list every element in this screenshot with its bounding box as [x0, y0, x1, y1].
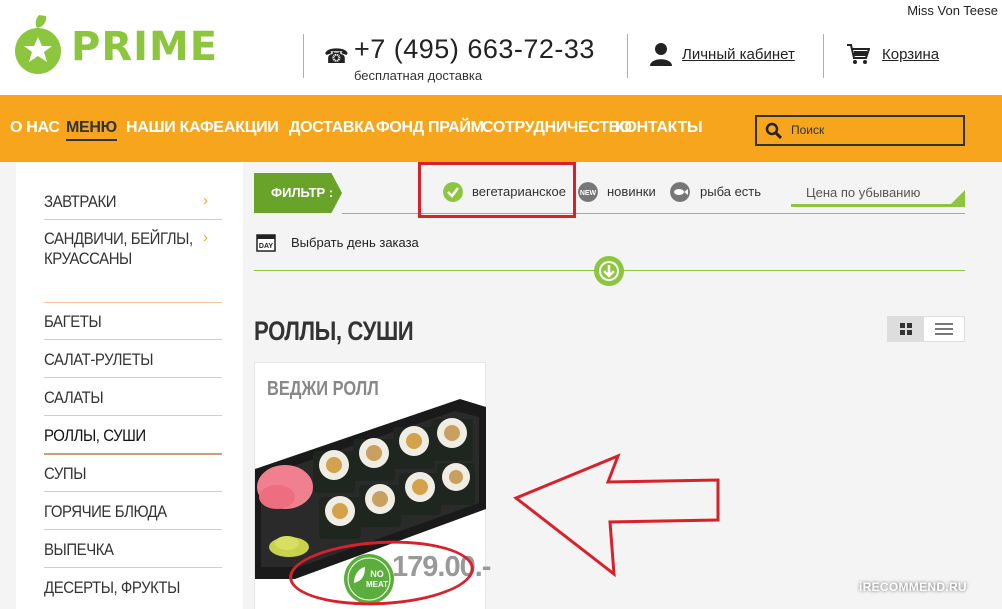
grid-icon: [900, 323, 912, 335]
sidebar-divider: [44, 453, 222, 455]
search-input[interactable]: Поиск: [755, 115, 965, 146]
select-order-day[interactable]: Выбрать день заказа: [291, 235, 419, 250]
username-watermark: Miss Von Teese: [907, 3, 998, 18]
header-divider: [627, 34, 628, 78]
nav-item-contacts[interactable]: КОНТАКТЫ: [615, 119, 703, 137]
chevron-right-icon: ›: [203, 192, 208, 209]
list-view-button[interactable]: [924, 317, 964, 341]
cart-icon: [847, 44, 870, 64]
sort-dropdown[interactable]: Цена по убыванию: [791, 183, 965, 207]
sidebar-item-sandwiches[interactable]: САНДВИЧИ, БЕЙГЛЫ, КРУАССАНЫ: [44, 229, 201, 270]
sidebar-item-baguettes[interactable]: БАГЕТЫ: [44, 312, 201, 332]
user-icon: [650, 43, 672, 66]
site-header: PRIME ☎ +7 (495) 663-72-33 бесплатная до…: [0, 0, 1002, 95]
nav-item-delivery[interactable]: ДОСТАВКА: [289, 119, 375, 137]
sidebar-item-hot-dishes[interactable]: ГОРЯЧИЕ БЛЮДА: [44, 502, 201, 522]
logo-text: PRIME: [71, 24, 219, 70]
view-toggle: [887, 316, 965, 342]
sidebar-item-desserts[interactable]: ДЕСЕРТЫ, ФРУКТЫ: [44, 578, 201, 598]
phone-icon: ☎: [324, 46, 349, 68]
product-title[interactable]: ВЕДЖИ РОЛЛ: [267, 378, 379, 401]
nav-item-cooperation[interactable]: СОТРУДНИЧЕСТВО: [482, 119, 632, 137]
fish-icon[interactable]: [670, 182, 690, 202]
annotation-rectangle: [418, 162, 576, 218]
sidebar-divider: [44, 377, 222, 378]
cart-link[interactable]: Корзина: [882, 46, 939, 63]
filter-new[interactable]: новинки: [607, 184, 656, 199]
sidebar-divider: [44, 415, 222, 416]
sidebar-item-salads[interactable]: САЛАТЫ: [44, 388, 201, 408]
header-divider: [303, 34, 304, 78]
svg-text:NEW: NEW: [580, 190, 597, 197]
annotation-arrow: [513, 453, 720, 578]
sidebar-divider: [44, 491, 222, 492]
svg-text:DAY: DAY: [259, 243, 273, 250]
apple-star-icon: [15, 15, 61, 74]
sidebar-item-soups[interactable]: СУПЫ: [44, 464, 201, 484]
prime-logo[interactable]: PRIME: [13, 13, 218, 75]
sort-triangle-icon: [951, 190, 965, 204]
sidebar-divider: [44, 567, 222, 568]
nav-item-about[interactable]: О НАС: [10, 119, 60, 137]
sidebar-divider: [44, 529, 222, 530]
calendar-day-icon: DAY: [256, 234, 276, 252]
sidebar-item-salad-rolls[interactable]: САЛАТ-РУЛЕТЫ: [44, 350, 201, 370]
sort-underline: [791, 204, 965, 207]
sidebar-divider: [44, 219, 222, 220]
grid-view-button[interactable]: [888, 317, 924, 341]
header-divider: [823, 34, 824, 78]
sidebar-item-bakery[interactable]: ВЫПЕЧКА: [44, 540, 201, 560]
sidebar-item-rolls-sushi[interactable]: РОЛЛЫ, СУШИ: [44, 426, 201, 446]
sidebar-items: ЗАВТРАКИ › САНДВИЧИ, БЕЙГЛЫ, КРУАССАНЫ ›…: [16, 162, 243, 609]
nav-item-cafes[interactable]: НАШИ КАФЕ: [126, 119, 224, 137]
list-icon: [935, 323, 953, 335]
sidebar-divider: [44, 339, 222, 340]
sidebar-item-breakfast[interactable]: ЗАВТРАКИ: [44, 192, 201, 212]
filter-label-text: ФИЛЬТР :: [271, 185, 334, 200]
new-icon[interactable]: NEW: [578, 182, 598, 202]
phone-number[interactable]: +7 (495) 663-72-33: [354, 34, 595, 65]
nav-item-menu[interactable]: МЕНЮ: [66, 119, 117, 141]
free-delivery-text: бесплатная доставка: [354, 68, 483, 83]
nav-item-promos[interactable]: АКЦИИ: [224, 119, 279, 137]
sort-label: Цена по убыванию: [806, 185, 921, 200]
site-watermark: iRECOMMEND.RU: [859, 580, 967, 594]
chevron-right-icon: ›: [203, 229, 208, 246]
search-icon: [765, 122, 782, 139]
expand-down-button[interactable]: [593, 255, 625, 287]
page-title: РОЛЛЫ, СУШИ: [254, 316, 414, 346]
nav-item-fund[interactable]: ФОНД ПРАЙМ: [376, 119, 484, 137]
sidebar-divider: [44, 302, 222, 303]
filter-fish[interactable]: рыба есть: [700, 184, 761, 199]
search-placeholder: Поиск: [791, 123, 825, 137]
main-navigation: О НАС МЕНЮ НАШИ КАФЕ АКЦИИ ДОСТАВКА ФОНД…: [0, 95, 1002, 162]
personal-cabinet-link[interactable]: Личный кабинет: [682, 46, 795, 63]
filter-label: ФИЛЬТР :: [254, 173, 342, 213]
